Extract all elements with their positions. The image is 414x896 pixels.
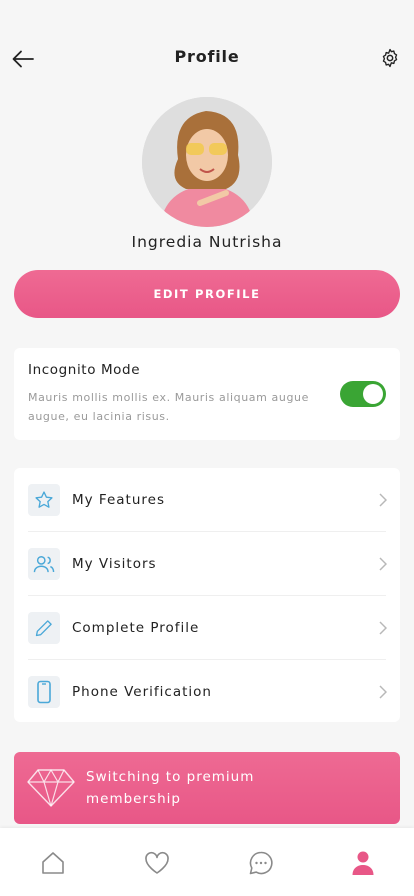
profile-menu: My Features My Visitors Complete Profile… [14, 468, 400, 722]
pencil-icon [28, 612, 60, 644]
menu-item-my-features[interactable]: My Features [14, 468, 400, 532]
tab-home[interactable] [38, 848, 68, 878]
menu-item-label: My Features [72, 492, 165, 508]
diamond-icon [27, 769, 75, 807]
avatar-photo [142, 97, 272, 227]
premium-text: Switching to premium membership [86, 769, 255, 807]
menu-item-label: My Visitors [72, 556, 157, 572]
incognito-title: Incognito Mode [28, 362, 141, 378]
users-icon [28, 548, 60, 580]
user-icon [352, 851, 374, 875]
bottom-tab-bar [0, 828, 414, 896]
premium-banner[interactable]: Switching to premium membership [14, 752, 400, 824]
tab-profile[interactable] [348, 848, 378, 878]
tab-messages[interactable] [246, 848, 276, 878]
settings-button[interactable] [378, 46, 402, 70]
menu-item-complete-profile[interactable]: Complete Profile [14, 596, 400, 660]
chat-icon [249, 851, 273, 875]
incognito-card: Incognito Mode Mauris mollis mollis ex. … [14, 348, 400, 440]
page-title: Profile [174, 47, 240, 66]
edit-profile-button[interactable]: EDIT PROFILE [14, 270, 400, 318]
menu-item-label: Complete Profile [72, 620, 200, 636]
tab-likes[interactable] [142, 848, 172, 878]
heart-icon [145, 851, 169, 874]
toggle-knob [363, 384, 383, 404]
user-name: Ingredia Nutrisha [131, 233, 283, 251]
avatar[interactable] [142, 97, 272, 227]
star-icon [28, 484, 60, 516]
home-icon [42, 852, 64, 874]
menu-item-label: Phone Verification [72, 684, 212, 700]
chevron-right-icon [378, 557, 388, 571]
incognito-toggle[interactable] [340, 381, 386, 407]
phone-icon [28, 676, 60, 708]
gear-icon [382, 48, 398, 68]
menu-item-my-visitors[interactable]: My Visitors [14, 532, 400, 596]
menu-item-phone-verification[interactable]: Phone Verification [14, 660, 400, 724]
chevron-right-icon [378, 685, 388, 699]
incognito-description: Mauris mollis mollis ex. Mauris aliquam … [28, 391, 309, 423]
chevron-right-icon [378, 621, 388, 635]
chevron-right-icon [378, 493, 388, 507]
